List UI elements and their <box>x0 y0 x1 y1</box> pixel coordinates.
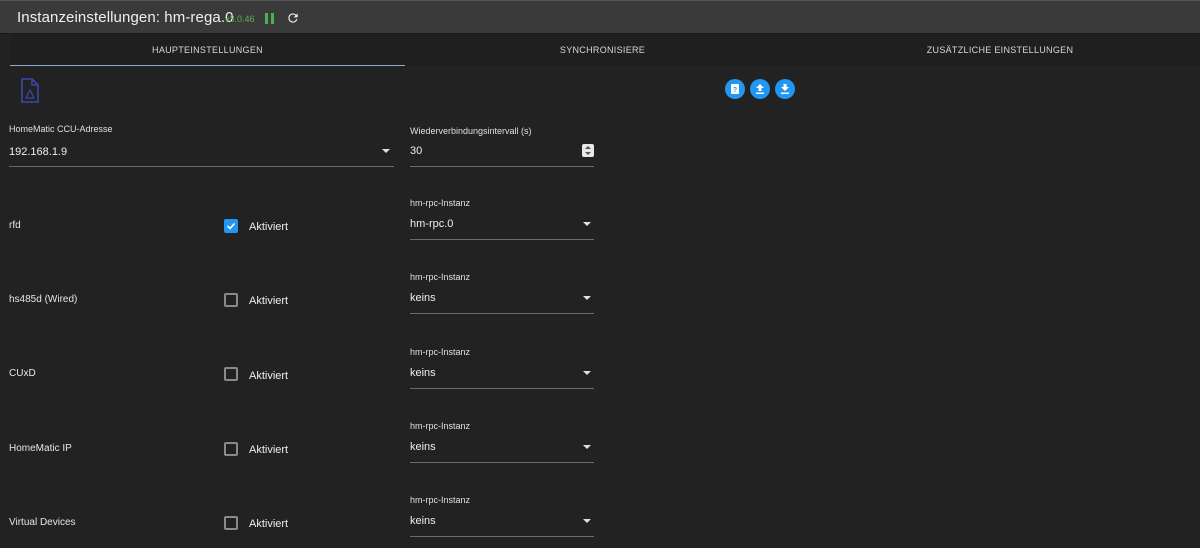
adapter-logo-icon <box>20 78 42 104</box>
reconnect-interval-value: 30 <box>410 145 423 157</box>
chevron-down-icon <box>583 519 591 523</box>
homematic-ip-checkbox-label: Aktiviert <box>249 444 289 456</box>
hs485d-instance-label: hm-rpc-Instanz <box>410 272 471 282</box>
hs485d-instance-value: keins <box>410 292 436 304</box>
row-label-cuxd: CUxD <box>9 368 36 379</box>
virtual-devices-checkbox[interactable] <box>224 516 238 530</box>
reconnect-interval-label: Wiederverbindungsintervall (s) <box>410 126 532 136</box>
checkmark-icon <box>226 222 236 230</box>
svg-text:?: ? <box>733 87 737 94</box>
rfd-instance-value: hm-rpc.0 <box>410 218 454 230</box>
row-label-rfd: rfd <box>9 220 21 231</box>
homematic-ip-instance-value: keins <box>410 441 436 453</box>
number-stepper[interactable] <box>582 144 594 157</box>
rfd-checkbox-label: Aktiviert <box>249 221 289 233</box>
title-bar: Instanzeinstellungen: hm-rega.0 v3.0.46 <box>0 0 1200 34</box>
virtual-devices-instance-label: hm-rpc-Instanz <box>410 495 471 505</box>
chevron-down-icon <box>583 296 591 300</box>
homematic-ip-instance-underline <box>410 462 594 463</box>
cuxd-checkbox-label: Aktiviert <box>249 370 289 382</box>
virtual-devices-instance-underline <box>410 536 594 537</box>
row-label-virtual-devices: Virtual Devices <box>9 517 76 528</box>
help-button[interactable]: ? <box>725 79 745 99</box>
row-label-hs485d: hs485d (Wired) <box>9 294 78 305</box>
homematic-ip-checkbox[interactable] <box>224 442 238 456</box>
ccu-address-value: 192.168.1.9 <box>9 146 68 158</box>
hs485d-instance-underline <box>410 313 594 314</box>
page-title: Instanzeinstellungen: hm-rega.0 <box>17 9 234 26</box>
chevron-down-icon <box>583 371 591 375</box>
refresh-icon[interactable] <box>286 11 300 25</box>
cuxd-instance-underline <box>410 388 594 389</box>
upload-button[interactable] <box>750 79 770 99</box>
download-button[interactable] <box>775 79 795 99</box>
chevron-down-icon <box>382 149 390 153</box>
help-icon: ? <box>731 84 739 94</box>
upload-icon <box>756 84 764 94</box>
download-icon <box>781 84 789 94</box>
rfd-checkbox[interactable] <box>224 219 238 233</box>
hs485d-checkbox-label: Aktiviert <box>249 295 289 307</box>
chevron-down-icon <box>583 445 591 449</box>
version-label: v3.0.46 <box>225 14 255 24</box>
pause-icon[interactable] <box>265 13 275 25</box>
tab-zusaetzliche-einstellungen[interactable]: ZUSÄTZLICHE EINSTELLUNGEN <box>800 35 1200 66</box>
row-label-homematic-ip: HomeMatic IP <box>9 443 72 454</box>
hs485d-checkbox[interactable] <box>224 293 238 307</box>
tab-bar: HAUPTEINSTELLUNGEN SYNCHRONISIERE ZUSÄTZ… <box>10 35 1200 66</box>
cuxd-instance-value: keins <box>410 367 436 379</box>
rfd-instance-underline <box>410 239 594 240</box>
virtual-devices-checkbox-label: Aktiviert <box>249 518 289 530</box>
cuxd-instance-label: hm-rpc-Instanz <box>410 347 471 357</box>
reconnect-interval-underline <box>410 166 594 167</box>
ccu-address-underline <box>9 166 394 167</box>
virtual-devices-instance-value: keins <box>410 515 436 527</box>
homematic-ip-instance-label: hm-rpc-Instanz <box>410 421 471 431</box>
ccu-address-label: HomeMatic CCU-Adresse <box>9 124 113 134</box>
tab-haupteinstellungen[interactable]: HAUPTEINSTELLUNGEN <box>10 35 405 66</box>
cuxd-checkbox[interactable] <box>224 367 238 381</box>
tab-synchronisiere[interactable]: SYNCHRONISIERE <box>405 35 800 66</box>
rfd-instance-label: hm-rpc-Instanz <box>410 198 471 208</box>
chevron-down-icon <box>583 222 591 226</box>
